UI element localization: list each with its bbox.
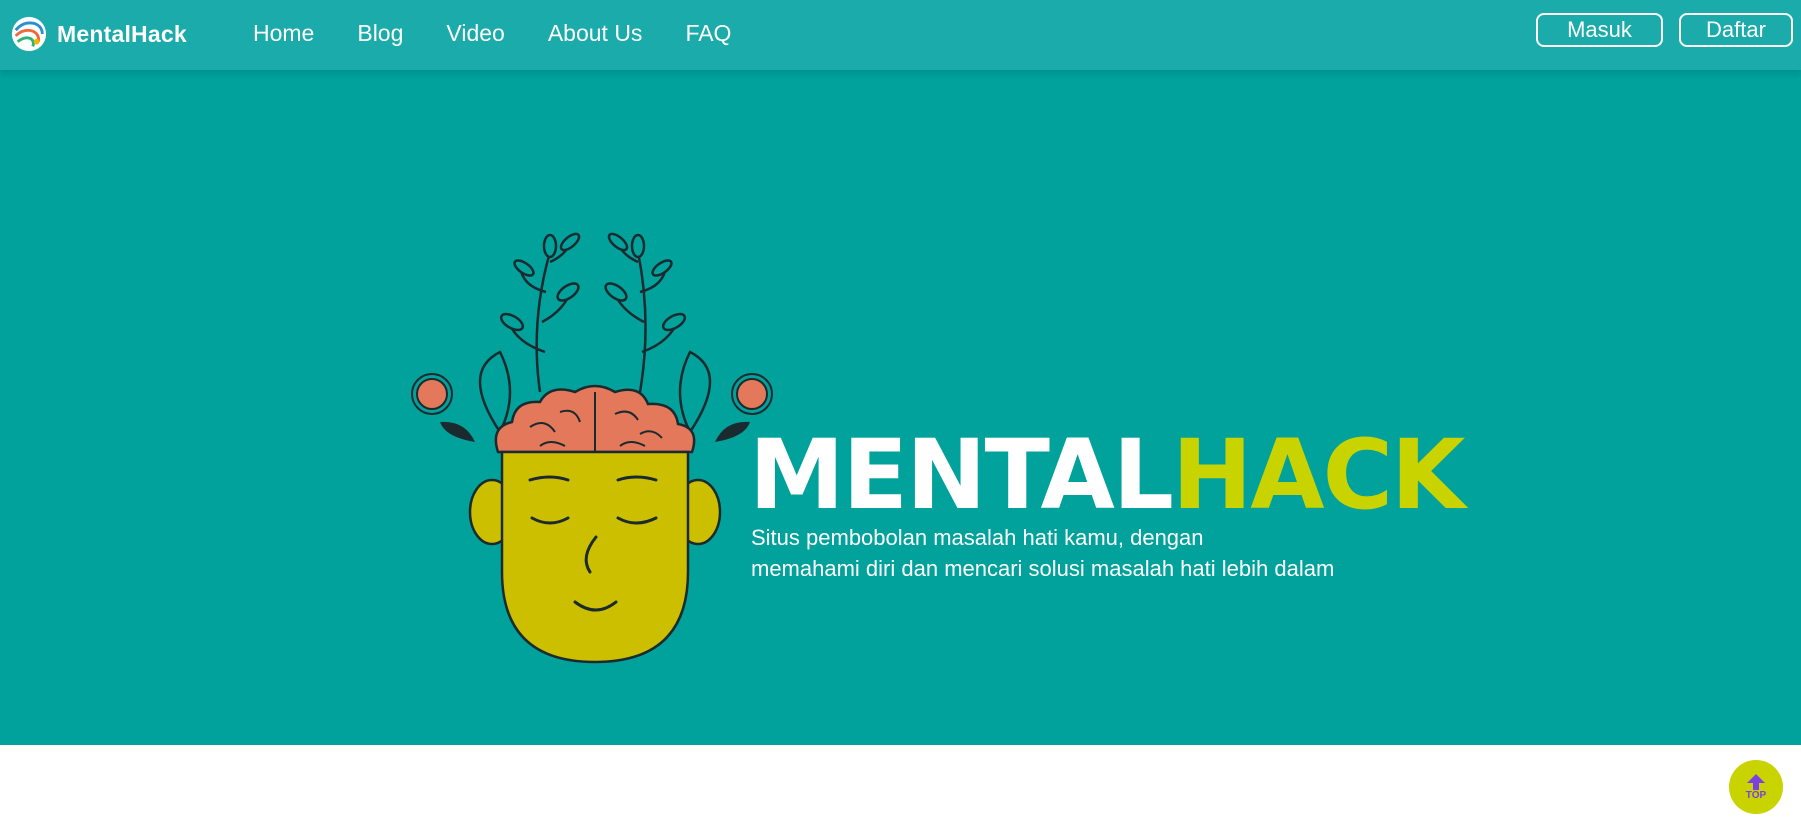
scroll-to-top-label: TOP bbox=[1745, 789, 1767, 801]
arrow-up-icon bbox=[1747, 773, 1765, 790]
nav-link-video[interactable]: Video bbox=[446, 20, 504, 47]
navbar: MentalHack Home Blog Video About Us FAQ … bbox=[0, 0, 1801, 70]
nav-link-about-us[interactable]: About Us bbox=[548, 20, 643, 47]
hero-title-part-accent: HACK bbox=[1171, 419, 1465, 531]
hero-section: MENTALHACK Situs pembobolan masalah hati… bbox=[0, 70, 1801, 745]
head-with-brain-and-flowers-illustration bbox=[411, 232, 773, 664]
nav-link-faq[interactable]: FAQ bbox=[685, 20, 731, 47]
nav-link-home[interactable]: Home bbox=[253, 20, 314, 47]
nav-link-blog[interactable]: Blog bbox=[357, 20, 403, 47]
brand[interactable]: MentalHack bbox=[10, 15, 187, 53]
mentalhack-logo-icon bbox=[11, 16, 47, 52]
hero-title: MENTALHACK bbox=[749, 419, 1465, 531]
hero-subtitle: Situs pembobolan masalah hati kamu, deng… bbox=[751, 522, 1471, 584]
scroll-to-top-button[interactable]: TOP bbox=[1729, 760, 1783, 814]
brand-name: MentalHack bbox=[57, 20, 187, 47]
hero-title-part-white: MENTAL bbox=[749, 419, 1174, 531]
main-nav: Home Blog Video About Us FAQ bbox=[253, 20, 731, 47]
register-button[interactable]: Daftar bbox=[1679, 13, 1793, 47]
login-button[interactable]: Masuk bbox=[1536, 13, 1663, 47]
hero-subtitle-line-1: Situs pembobolan masalah hati kamu, deng… bbox=[751, 525, 1204, 550]
hero-subtitle-line-2: memahami diri dan mencari solusi masalah… bbox=[751, 556, 1335, 581]
